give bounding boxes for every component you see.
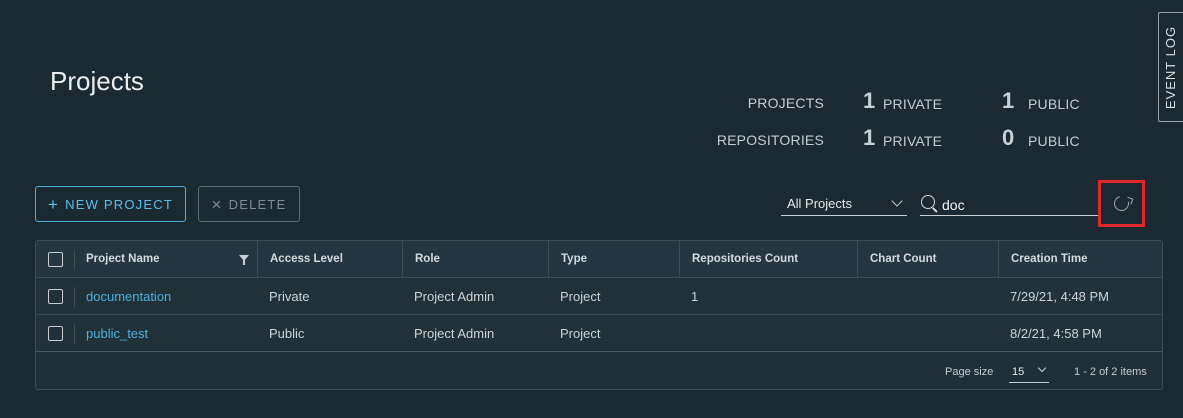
refresh-button[interactable] — [1098, 180, 1145, 227]
plus-icon: + — [48, 194, 60, 214]
project-name-link[interactable]: documentation — [86, 289, 171, 304]
repositories-stat-row: REPOSITORIES 1 PRIVATE 0 PUBLIC — [700, 125, 1100, 155]
select-all-cell — [36, 241, 74, 277]
creation-time-cell: 8/2/21, 4:58 PM — [1010, 325, 1102, 341]
repositories-label: REPOSITORIES — [716, 132, 824, 148]
projects-table: Project Name Access Level Role Type Repo… — [35, 240, 1163, 390]
repositories-count-cell: 1 — [691, 288, 699, 304]
chart-count-cell — [857, 278, 998, 314]
repositories-private-count: 1 — [863, 125, 876, 150]
page-size-label: Page size — [945, 366, 994, 378]
search-box[interactable] — [920, 192, 1098, 216]
project-name-cell: documentation — [74, 278, 257, 314]
repositories-public-label: PUBLIC — [1028, 133, 1080, 149]
projects-private-count: 1 — [863, 88, 876, 113]
table-row: public_test Public Project Admin Project… — [36, 315, 1162, 352]
projects-public-label: PUBLIC — [1028, 96, 1080, 112]
event-log-tab[interactable]: EVENT LOG — [1158, 12, 1183, 122]
row-checkbox[interactable] — [48, 325, 63, 341]
column-header-label: Role — [415, 253, 440, 265]
column-header-repositories-count[interactable]: Repositories Count — [679, 241, 858, 277]
column-header-type[interactable]: Type — [548, 241, 679, 277]
column-header-creation-time[interactable]: Creation Time — [998, 241, 1162, 277]
column-header-label: Repositories Count — [692, 253, 799, 265]
row-select-cell — [36, 315, 74, 351]
column-header-project-name[interactable]: Project Name — [74, 241, 257, 277]
new-project-label: NEW PROJECT — [65, 196, 173, 212]
access-level-cell: Public — [269, 325, 305, 341]
filter-icon[interactable] — [239, 255, 249, 265]
role-cell: Project Admin — [414, 325, 495, 341]
column-header-label: Project Name — [86, 253, 160, 265]
role-cell: Project Admin — [414, 288, 495, 304]
type-cell: Project — [560, 288, 601, 304]
chart-count-cell — [857, 315, 998, 351]
chevron-down-icon — [1037, 363, 1047, 373]
chevron-down-icon — [891, 195, 903, 207]
column-header-role[interactable]: Role — [402, 241, 548, 277]
row-select-cell — [36, 278, 74, 314]
search-input[interactable] — [942, 195, 1092, 215]
column-header-access-level[interactable]: Access Level — [257, 241, 403, 277]
delete-label: DELETE — [228, 196, 287, 212]
projects-stat-row: PROJECTS 1 PRIVATE 1 PUBLIC — [700, 88, 1100, 118]
select-all-checkbox[interactable] — [48, 251, 63, 267]
page-size-value: 15 — [1012, 366, 1025, 378]
table-row: documentation Private Project Admin Proj… — [36, 278, 1162, 315]
access-level-cell: Private — [269, 288, 310, 304]
column-header-label: Creation Time — [1011, 253, 1088, 265]
page-title: Projects — [50, 66, 144, 96]
new-project-button[interactable]: + NEW PROJECT — [35, 186, 186, 222]
project-filter-value: All Projects — [787, 196, 853, 211]
column-header-chart-count[interactable]: Chart Count — [857, 241, 998, 277]
event-log-label: EVENT LOG — [1163, 25, 1179, 109]
repositories-private-label: PRIVATE — [883, 133, 943, 149]
projects-public-count: 1 — [1002, 88, 1015, 113]
row-checkbox[interactable] — [48, 288, 63, 304]
project-filter-select[interactable]: All Projects — [781, 192, 907, 216]
creation-time-cell: 7/29/21, 4:48 PM — [1010, 288, 1110, 304]
projects-label: PROJECTS — [747, 95, 824, 111]
projects-private-label: PRIVATE — [883, 96, 943, 112]
page-size-select[interactable]: 15 — [1009, 361, 1049, 383]
item-count: 1 - 2 of 2 items — [1074, 366, 1147, 378]
search-icon — [921, 195, 935, 209]
project-name-link[interactable]: public_test — [86, 326, 148, 341]
table-footer: Page size 15 1 - 2 of 2 items — [36, 353, 1162, 390]
column-header-label: Access Level — [270, 253, 343, 265]
project-name-cell: public_test — [74, 315, 257, 351]
delete-button[interactable]: × DELETE — [198, 186, 300, 222]
repositories-count-cell — [679, 315, 858, 351]
table-header: Project Name Access Level Role Type Repo… — [36, 241, 1162, 278]
close-icon: × — [211, 194, 223, 214]
column-header-label: Type — [561, 253, 587, 265]
refresh-icon — [1111, 193, 1132, 214]
column-header-label: Chart Count — [870, 253, 937, 265]
type-cell: Project — [560, 325, 601, 341]
repositories-public-count: 0 — [1002, 125, 1015, 150]
